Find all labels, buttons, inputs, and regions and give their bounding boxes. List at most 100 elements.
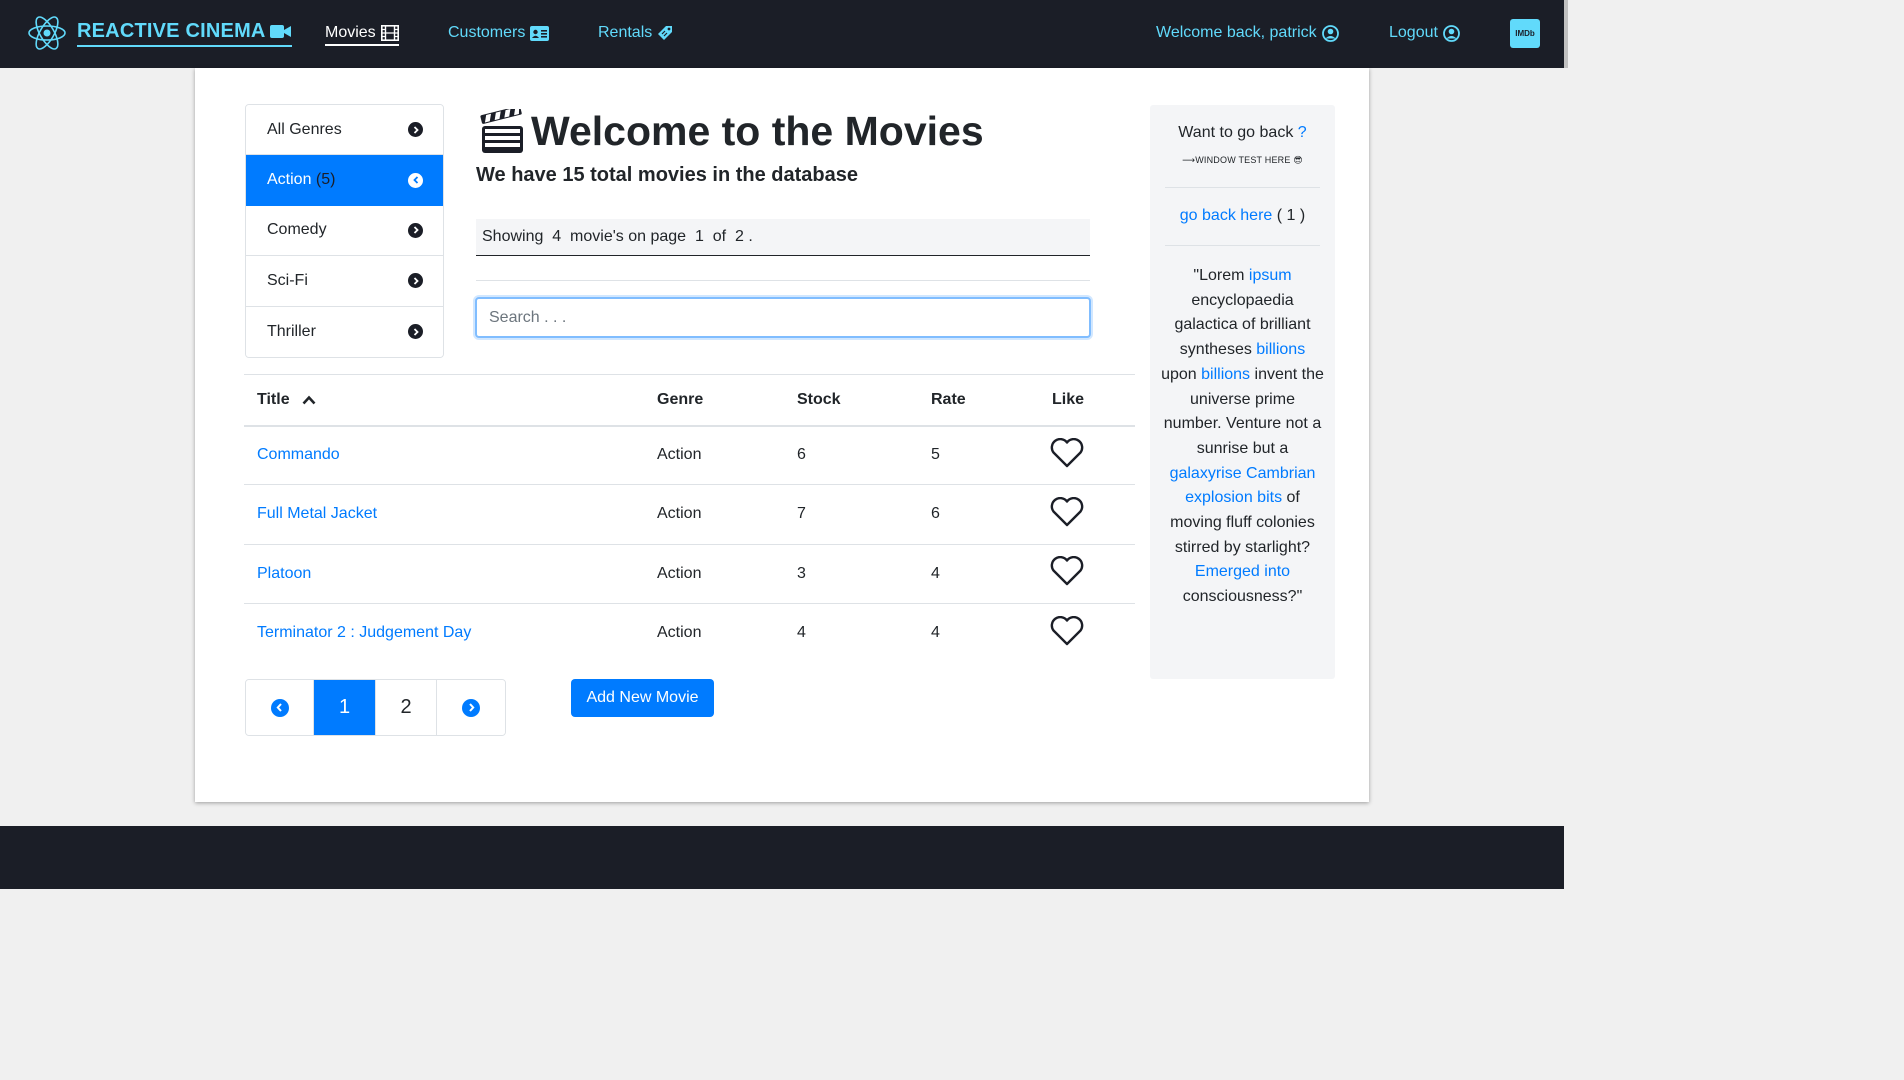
chevron-right-circle-icon [408,122,423,138]
sidebar-question-text: Want to go back [1178,124,1294,141]
chevron-right-circle-icon [408,324,423,340]
genre-item-all[interactable]: All Genres [246,105,443,156]
movie-count-subtitle: We have 15 total movies in the database [476,164,858,186]
genre-name: Sci-Fi [267,271,308,289]
go-back-count: ( 1 ) [1276,207,1306,224]
column-stock-label: Stock [797,390,841,408]
page-button-1[interactable]: 1 [314,680,376,735]
page-prev-button[interactable] [246,680,314,735]
question-mark-link[interactable]: ? [1298,124,1307,141]
quote-link[interactable]: billions [1201,366,1250,383]
genre-count: (5) [315,171,336,189]
video-camera-icon [269,24,291,38]
cell-title: Full Metal Jacket [244,484,644,545]
genre-label: Action (5) [267,171,335,189]
quote-text: "Lorem [1193,267,1249,284]
quote-link[interactable]: Emerged into [1195,563,1290,580]
heart-icon[interactable] [1050,437,1084,468]
pagination: 1 2 [245,679,506,736]
search-input[interactable] [475,297,1091,338]
chevron-left-circle-icon [408,172,423,188]
nav-customers[interactable]: Customers [448,24,550,42]
cell-like [1039,426,1135,485]
cell-title: Commando [244,426,644,485]
table-row: Platoon Action 3 4 [244,543,1135,604]
top-navbar: REACTIVE CINEMA Movies Customers Rentals… [0,0,1564,68]
chevron-right-circle-icon [408,222,423,238]
genre-item-comedy[interactable]: Comedy [246,205,443,257]
movie-title-link[interactable]: Terminator 2 : Judgement Day [257,624,471,641]
cell-rate: 6 [918,484,1039,545]
welcome-user[interactable]: Welcome back, patrick [1156,24,1339,42]
cell-stock: 3 [784,543,918,604]
chevron-left-circle-icon [270,698,289,717]
table-row: Full Metal Jacket Action 7 6 [244,484,1135,545]
genre-name: Comedy [267,221,327,239]
sidebar-question: Want to go back ? [1150,124,1335,142]
cell-genre: Action [644,602,784,663]
footer [0,826,1564,889]
heart-icon[interactable] [1050,615,1084,646]
cell-genre: Action [644,543,784,604]
page-button-2[interactable]: 2 [376,680,437,735]
cell-genre: Action [657,446,702,464]
add-new-movie-button[interactable]: Add New Movie [571,679,714,717]
cell-genre: Action [644,484,784,545]
logout-link[interactable]: Logout [1389,24,1460,42]
welcome-text: Welcome back, patrick [1156,24,1317,41]
nav-rentals[interactable]: Rentals [598,24,673,42]
imdb-icon[interactable]: IMDb [1510,19,1540,48]
genre-item-action[interactable]: Action (5) [246,155,443,206]
heart-icon[interactable] [1050,496,1084,527]
sidebar-small-note: ⟶WINDOW TEST HERE 😎 [1182,155,1303,165]
page-next-button[interactable] [437,680,505,735]
heart-icon[interactable] [1050,556,1084,586]
film-icon [380,25,399,41]
main-card: All Genres Action (5) Comedy Sci-Fi Thri… [195,68,1369,802]
column-rate-label: Rate [931,390,966,408]
scrollbar[interactable] [1564,0,1568,889]
quote-link[interactable]: billions [1256,341,1305,358]
cell-rate: 5 [931,446,940,464]
movie-title-link[interactable]: Commando [257,446,340,463]
brand-link[interactable]: REACTIVE CINEMA [27,13,292,53]
genre-name: Thriller [267,322,316,340]
cell-like [1039,602,1135,663]
column-like-label: Like [1052,390,1085,408]
lorem-quote: "Lorem ipsum encyclopaedia galactica of … [1160,264,1325,610]
movies-table: Title Genre Stock Rate Like Commando Act… [244,374,1135,663]
right-sidebar: Want to go back ? ⟶WINDOW TEST HERE 😎 go… [1150,105,1335,679]
nav-movies-label: Movies [325,24,376,41]
column-header-title[interactable]: Title [244,374,644,427]
genre-name: Action [267,171,312,189]
quote-link[interactable]: ipsum [1249,267,1292,284]
quote-text: consciousness?" [1182,588,1303,606]
table-row: Terminator 2 : Judgement Day Action 4 4 [244,602,1135,663]
page-title-text: Welcome to the Movies [531,108,984,154]
cell-like [1039,484,1135,545]
id-card-icon [530,25,550,41]
column-header-stock[interactable]: Stock [784,374,918,427]
chevron-right-circle-icon [462,698,480,717]
column-header-genre[interactable]: Genre [644,374,784,427]
genre-list: All Genres Action (5) Comedy Sci-Fi Thri… [245,104,444,358]
go-back-row: go back here ( 1 ) [1150,207,1335,225]
genre-name: All Genres [267,120,342,138]
page-title: Welcome to the Movies [480,108,984,155]
scrollbar-thumb[interactable] [1564,0,1568,68]
go-back-link[interactable]: go back here [1180,207,1273,224]
genre-item-scifi[interactable]: Sci-Fi [246,256,443,307]
movie-title-link[interactable]: Full Metal Jacket [257,505,377,522]
sort-title[interactable]: Title [257,391,316,409]
movie-title-link[interactable]: Platoon [257,565,311,582]
column-header-rate[interactable]: Rate [918,374,1039,427]
genre-item-thriller[interactable]: Thriller [246,306,443,357]
cell-stock: 7 [784,484,918,545]
cell-title: Terminator 2 : Judgement Day [244,602,644,663]
divider [476,280,1090,281]
nav-rentals-label: Rentals [598,24,653,41]
nav-movies[interactable]: Movies [325,24,399,46]
showing-summary: Showing 4 movie's on page 1 of 2 . [476,219,1090,256]
table-row: Commando Action 6 5 [244,426,1135,485]
column-title-label: Title [257,390,290,408]
